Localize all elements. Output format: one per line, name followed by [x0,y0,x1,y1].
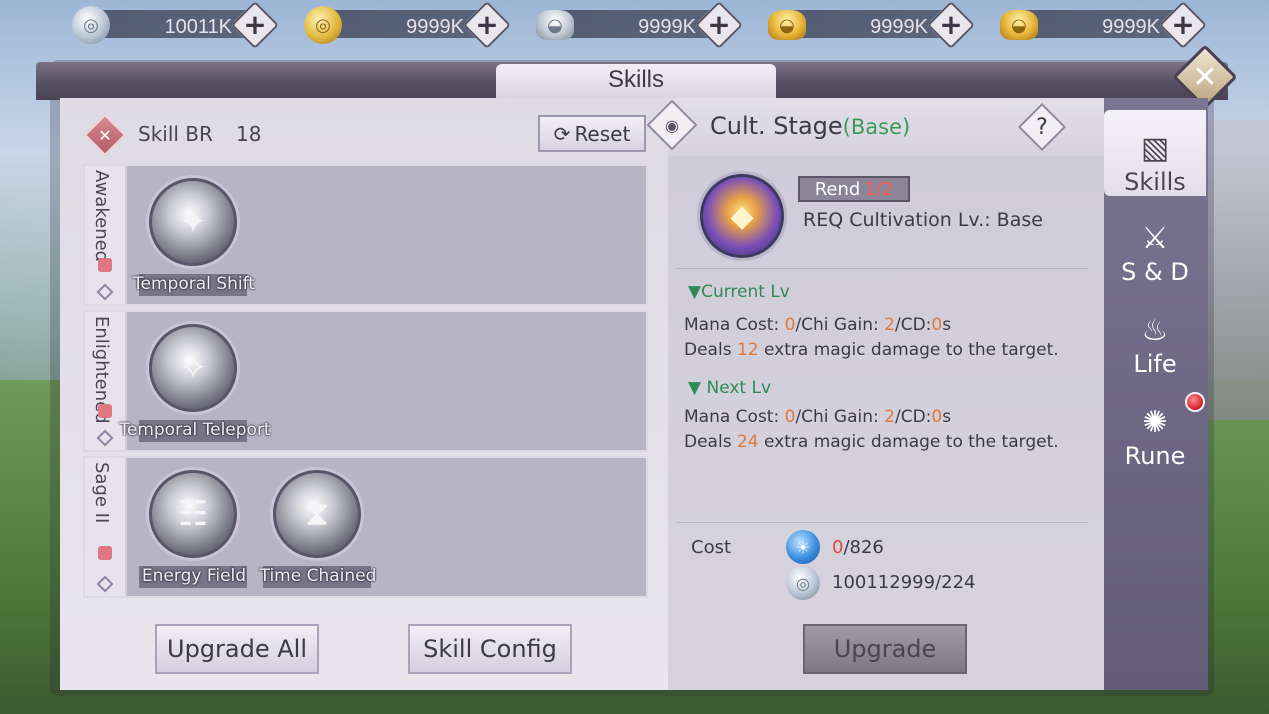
cult-stage-sub: (Base) [842,115,911,139]
add-currency-button[interactable]: + [230,0,280,50]
tab-life[interactable]: ♨ Life [1104,292,1206,379]
cost-silver-value: 100112999/224 [832,572,976,593]
current-lv-description: Deals 12 extra magic damage to the targe… [684,340,1059,360]
dragon-rune-icon: ✺ [1142,405,1168,440]
next-lv-description: Deals 24 extra magic damage to the targe… [684,432,1059,452]
plus-icon: + [475,8,499,41]
window-title: Skills [607,66,664,93]
skill-temporal-teleport[interactable]: ✧ Temporal Teleport [119,316,271,446]
skill-row-enlightened: Enlightened ✧ Temporal Teleport [83,310,648,452]
gold-ingot-icon: ◒ [1000,10,1038,40]
skill-name: Time Chained [259,566,377,586]
currency-value: 9999K [638,16,696,38]
help-icon: ? [1036,114,1048,140]
reset-label: Reset [574,121,631,146]
triangle-down-icon: ▼ [688,282,702,302]
skill-name: Energy Field [141,566,247,586]
currency-value: 10011K [164,16,232,38]
cult-stage-title: Cult. Stage(Base) [710,112,911,140]
current-lv-heading: ▼Current Lv [688,282,790,302]
plus-icon: + [1171,8,1195,41]
row-label: Sage II [91,462,112,524]
skill-temporal-shift[interactable]: ✦ Temporal Shift [129,170,255,300]
add-currency-button[interactable]: + [926,0,976,50]
current-lv-stats: Mana Cost: 0/Chi Gain: 2/CD:0s [684,315,952,335]
lock-icon [98,546,112,560]
skill-energy-field[interactable]: ☷ Energy Field [129,462,249,592]
tab-skills[interactable]: ▧ Skills [1104,110,1206,196]
skill-badge: Rend 1/2 [798,176,910,202]
skill-name: Temporal Shift [133,274,255,294]
silver-coin-icon: ◎ [72,6,110,44]
skill-level-label: 1/2 [864,178,894,200]
add-currency-button[interactable]: + [694,0,744,50]
plus-icon: + [939,8,963,41]
skill-orb-icon: ⧗ [273,470,361,558]
upgrade-button[interactable]: Upgrade [803,624,967,674]
divider [676,522,1088,523]
plus-icon: + [707,8,731,41]
currency-value: 9999K [406,16,464,38]
rend-skill-icon: ◆ [700,174,784,258]
upgrade-all-button[interactable]: Upgrade All [155,624,319,674]
skill-orb-icon: ✦ [149,178,237,266]
reset-button[interactable]: ⟳ Reset [538,115,646,152]
add-currency-button[interactable]: + [1158,0,1208,50]
lock-icon [98,258,112,272]
skill-orb-icon: ✧ [149,324,237,412]
tab-s-and-d[interactable]: ⚔ S & D [1104,200,1206,287]
skill-br-label: Skill BR [138,122,213,146]
reset-icon: ⟳ [553,121,571,146]
row-marker-icon [96,283,114,301]
skill-row-sage-ii: Sage II ☷ Energy Field ⧗ Time Chained [83,456,648,598]
skill-config-button[interactable]: Skill Config [408,624,572,674]
cost-label: Cost [691,537,732,558]
skill-row-awakened: Awakened ✦ Temporal Shift [83,164,648,306]
cost-mana-value: 0/826 [832,537,884,558]
silver-ingot-icon: ◒ [536,10,574,40]
close-icon: ✕ [1192,59,1218,95]
row-marker-icon [96,429,114,447]
skill-name: Temporal Teleport [119,420,271,440]
notification-dot [1185,392,1205,412]
row-marker-icon [96,575,114,593]
skills-book-icon: ▧ [1140,131,1170,166]
plus-icon: + [243,8,267,41]
add-currency-button[interactable]: + [462,0,512,50]
gold-coin-icon: ◎ [304,6,342,44]
next-lv-stats: Mana Cost: 0/Chi Gain: 2/CD:0s [684,407,952,427]
next-lv-heading: ▼ Next Lv [688,378,772,398]
mana-flame-icon: ☀ [786,530,820,564]
currency-value: 9999K [1102,16,1160,38]
silver-coin-icon: ◎ [786,566,820,600]
row-label: Awakened [91,170,112,263]
currency-value: 9999K [870,16,928,38]
requirement-text: REQ Cultivation Lv.: Base [803,209,1043,231]
sword-icon: ⚔ [1141,221,1169,256]
lock-icon [98,404,112,418]
skill-name-label: Rend [814,178,861,200]
gold-ingot-locked-icon: ◒ [768,10,806,40]
triangle-down-icon: ▼ [688,378,702,398]
divider [676,268,1088,269]
skill-orb-icon: ☷ [149,470,237,558]
skill-time-chained[interactable]: ⧗ Time Chained [253,462,376,592]
cauldron-icon: ♨ [1141,313,1169,348]
skill-br-value: 18 [236,122,262,146]
